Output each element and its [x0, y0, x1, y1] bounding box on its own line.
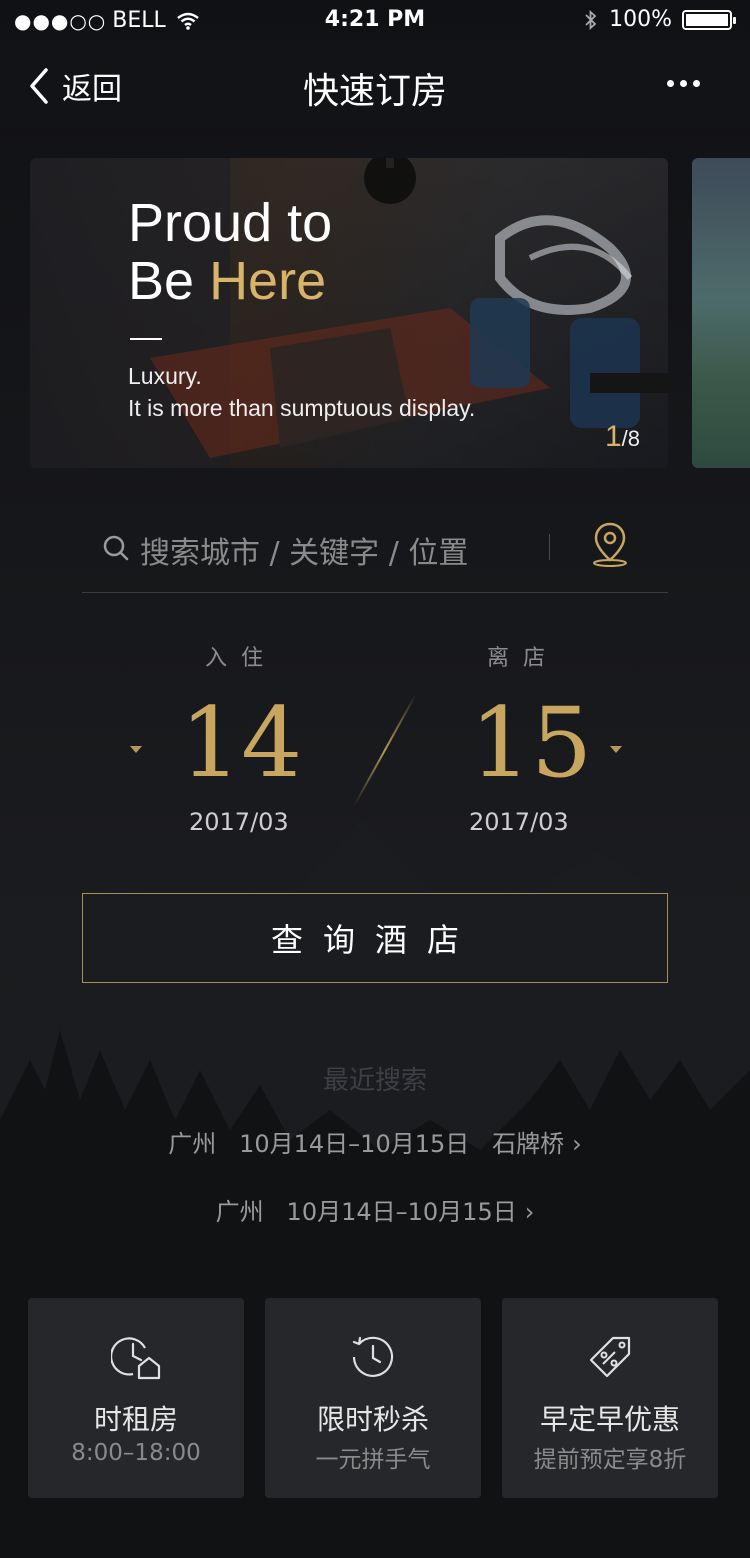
card-title: 早定早优惠 [539, 1403, 680, 1436]
headline-be: Be [128, 251, 210, 311]
chevron-right-icon: › [524, 1198, 535, 1226]
subtitle-line-2: It is more than sumptuous display. [128, 395, 476, 421]
headline-line-2: Be Here [128, 252, 332, 310]
bluetooth-icon [585, 9, 597, 30]
pager-total: /8 [621, 426, 640, 451]
subtitle-line-1: Luxury. [128, 363, 202, 389]
pager-current: 1 [604, 420, 622, 453]
more-options-icon[interactable] [667, 80, 700, 87]
card-subtitle: 8:00–18:00 [71, 1440, 201, 1466]
location-pin-icon[interactable] [590, 520, 630, 568]
checkout-label: 离店 [487, 646, 560, 671]
search-input[interactable]: 搜索城市 / 关键字 / 位置 [140, 528, 468, 572]
recent-searches-title: 最近搜索 [322, 1066, 427, 1096]
checkin-day[interactable]: 14 [180, 688, 302, 798]
recent-search-item[interactable]: 广州 10月14日–10月15日 石牌桥 › [0, 1124, 750, 1159]
checkout-dropdown-arrow-icon[interactable] [610, 746, 622, 753]
search-bar[interactable]: 搜索城市 / 关键字 / 位置 [82, 512, 668, 593]
checkout-year-month: 2017/03 [469, 808, 569, 836]
banner-subtitle: Luxury. It is more than sumptuous displa… [128, 360, 475, 424]
status-bar: ●●●○○ BELL 4:21 PM 100% [0, 0, 750, 40]
headline-divider [130, 338, 162, 340]
recent-search-text: 广州 10月14日–10月15日 石牌桥 [168, 1130, 565, 1158]
banner-next-slide[interactable] [692, 158, 750, 468]
recent-search-text: 广州 10月14日–10月15日 [215, 1198, 517, 1226]
banner-pager: 1/8 [605, 420, 640, 454]
card-title: 时租房 [93, 1403, 178, 1436]
search-divider [549, 534, 550, 560]
headline-line-1: Proud to [128, 193, 333, 253]
banner-headline: Proud to Be Here [128, 194, 332, 310]
battery-percent: 100% [609, 7, 672, 32]
checkin-year-month: 2017/03 [189, 808, 289, 836]
search-hotels-button[interactable]: 查询酒店 [82, 893, 668, 983]
card-title: 限时秒杀 [316, 1403, 429, 1436]
card-hourly-room[interactable]: 时租房 8:00–18:00 [28, 1298, 244, 1498]
navigation-bar: 返回 快速订房 [0, 40, 750, 128]
timer-icon [352, 1336, 394, 1377]
card-subtitle: 一元拼手气 [315, 1447, 431, 1473]
checkin-label: 入住 [205, 646, 278, 671]
discount-tag-icon [589, 1336, 631, 1378]
checkin-dropdown-arrow-icon[interactable] [130, 746, 142, 753]
banner-slide[interactable]: Proud to Be Here Luxury. It is more than… [30, 158, 668, 468]
recent-search-item[interactable]: 广州 10月14日–10月15日 › [0, 1192, 750, 1227]
card-subtitle: 提前预定享8折 [533, 1447, 687, 1473]
card-flash-sale[interactable]: 限时秒杀 一元拼手气 [265, 1298, 481, 1498]
clock-home-icon [111, 1337, 161, 1380]
checkout-day[interactable]: 15 [470, 688, 592, 798]
chevron-right-icon: › [572, 1130, 582, 1158]
date-separator [353, 693, 417, 807]
headline-here: Here [209, 251, 327, 311]
search-icon [103, 535, 129, 561]
card-early-bird[interactable]: 早定早优惠 提前预定享8折 [502, 1298, 718, 1498]
battery-icon [682, 9, 736, 30]
page-title: 快速订房 [302, 71, 447, 112]
